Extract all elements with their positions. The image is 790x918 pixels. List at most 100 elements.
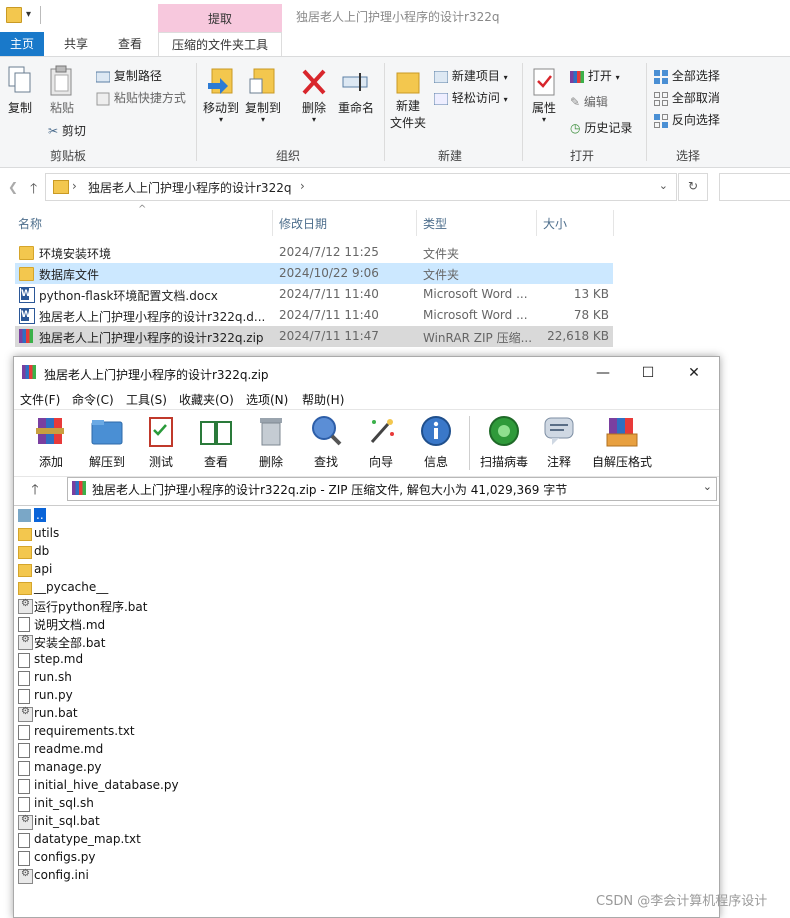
file-row[interactable]: 数据库文件 2024/10/22 9:06 文件夹 bbox=[15, 263, 613, 284]
find-button[interactable]: 查找 bbox=[301, 414, 351, 470]
file-row[interactable]: 独居老人上门护理小程序的设计r322q.zip 2024/7/11 11:47 … bbox=[15, 326, 613, 347]
group-label-organize: 组织 bbox=[276, 149, 301, 163]
back-chevron-icon[interactable]: ❮ bbox=[8, 180, 18, 194]
folder-icon[interactable] bbox=[6, 7, 22, 23]
scan-virus-button[interactable]: 扫描病毒 bbox=[476, 414, 532, 470]
invert-selection-button[interactable]: 反向选择 bbox=[654, 111, 720, 128]
chevron-down-icon[interactable]: ⌄ bbox=[703, 480, 712, 493]
divider[interactable] bbox=[416, 210, 417, 236]
view-button[interactable]: 查看 bbox=[191, 414, 241, 470]
context-tab-extract[interactable]: 提取 bbox=[158, 4, 282, 32]
cut-button[interactable]: ✂ 剪切 bbox=[48, 122, 86, 139]
delete-button[interactable]: 删除 ▾ bbox=[298, 65, 330, 124]
rename-label: 重命名 bbox=[337, 101, 374, 115]
quick-access-dropdown-icon[interactable]: ▾ bbox=[26, 9, 31, 20]
dropdown-arrow-icon: ▾ bbox=[615, 73, 620, 82]
menu-favorites[interactable]: 收藏夹(O) bbox=[179, 391, 234, 408]
maximize-button[interactable]: ☐ bbox=[626, 361, 670, 385]
menu-file[interactable]: 文件(F) bbox=[20, 391, 60, 408]
menu-help[interactable]: 帮助(H) bbox=[302, 391, 344, 408]
dropdown-arrow-icon: ▾ bbox=[541, 115, 546, 124]
column-header-type[interactable]: 类型 bbox=[423, 215, 447, 232]
copy-button[interactable]: 复制 bbox=[4, 65, 36, 116]
dropdown-arrow-icon: ▾ bbox=[503, 73, 508, 82]
extract-to-button[interactable]: 解压到 bbox=[82, 414, 132, 470]
sfx-button[interactable]: 自解压格式 bbox=[588, 414, 656, 470]
entry-name: readme.md bbox=[34, 742, 104, 756]
rename-button[interactable]: 重命名 bbox=[336, 65, 376, 116]
file-date: 2024/7/11 11:40 bbox=[279, 308, 379, 322]
divider[interactable] bbox=[272, 210, 273, 236]
winrar-title: 独居老人上门护理小程序的设计r322q.zip bbox=[44, 368, 269, 382]
divider[interactable] bbox=[536, 210, 537, 236]
new-item-icon bbox=[434, 70, 448, 83]
file-name: 独居老人上门护理小程序的设计r322q.d... bbox=[39, 310, 266, 324]
copy-path-button[interactable]: 复制路径 bbox=[96, 67, 162, 84]
tab-view[interactable]: 查看 bbox=[106, 32, 154, 56]
address-bar[interactable]: › 独居老人上门护理小程序的设计r322q › ⌄ bbox=[45, 173, 677, 201]
comment-button[interactable]: 注释 bbox=[534, 414, 584, 470]
chevron-right-icon[interactable]: › bbox=[72, 179, 77, 193]
file-icon bbox=[18, 671, 30, 686]
file-row[interactable]: python-flask环境配置文档.docx 2024/7/11 11:40 … bbox=[15, 284, 613, 305]
column-header-date[interactable]: 修改日期 bbox=[279, 215, 327, 232]
extract-folder-icon bbox=[91, 420, 123, 445]
sort-ascending-icon: ^ bbox=[138, 204, 147, 215]
add-button[interactable]: 添加 bbox=[26, 414, 76, 470]
paste-button[interactable]: 粘贴 bbox=[44, 65, 80, 116]
search-input[interactable] bbox=[719, 173, 790, 201]
new-item-button[interactable]: 新建项目 ▾ bbox=[434, 67, 508, 84]
column-header-size[interactable]: 大小 bbox=[543, 215, 567, 232]
copy-to-button[interactable]: 复制到 ▾ bbox=[244, 65, 282, 124]
tab-home[interactable]: 主页 bbox=[0, 32, 44, 56]
menu-tools[interactable]: 工具(S) bbox=[126, 391, 167, 408]
select-none-button[interactable]: 全部取消 bbox=[654, 89, 720, 106]
entry-name: run.sh bbox=[34, 670, 72, 684]
up-arrow-icon[interactable]: 🡑 bbox=[22, 479, 48, 499]
column-header-name[interactable]: 名称 bbox=[18, 215, 42, 232]
select-all-button[interactable]: 全部选择 bbox=[654, 67, 720, 84]
edit-button[interactable]: ✎ 编辑 bbox=[570, 93, 608, 110]
group-label-clipboard: 剪贴板 bbox=[50, 149, 87, 163]
move-to-button[interactable]: 移动到 ▾ bbox=[202, 65, 240, 124]
paste-shortcut-button[interactable]: 粘贴快捷方式 bbox=[96, 89, 186, 106]
easy-access-label: 轻松访问 bbox=[451, 91, 500, 105]
up-arrow-icon[interactable]: 🡑 bbox=[30, 178, 37, 202]
history-button[interactable]: ◷ 历史记录 bbox=[570, 119, 632, 136]
tab-share[interactable]: 共享 bbox=[52, 32, 100, 56]
properties-button[interactable]: 属性 ▾ bbox=[526, 65, 562, 124]
invert-selection-icon bbox=[654, 113, 668, 128]
new-folder-label: 新建 文件夹 bbox=[389, 99, 426, 130]
address-path[interactable]: 独居老人上门护理小程序的设计r322q bbox=[88, 179, 291, 196]
refresh-button[interactable]: ↻ bbox=[678, 173, 708, 201]
open-button[interactable]: 打开 ▾ bbox=[570, 67, 620, 84]
close-button[interactable]: ✕ bbox=[672, 361, 716, 385]
entry-name: datatype_map.txt bbox=[34, 832, 141, 846]
chevron-right-icon[interactable]: › bbox=[300, 179, 305, 193]
menu-options[interactable]: 选项(N) bbox=[246, 391, 288, 408]
file-name: 环境安装环境 bbox=[39, 247, 112, 261]
select-all-label: 全部选择 bbox=[671, 69, 720, 83]
easy-access-icon bbox=[434, 92, 448, 105]
easy-access-button[interactable]: 轻松访问 ▾ bbox=[434, 89, 508, 106]
extract-to-label: 解压到 bbox=[88, 455, 125, 469]
delete-archive-button[interactable]: 删除 bbox=[246, 414, 296, 470]
chevron-down-icon[interactable]: ⌄ bbox=[659, 179, 668, 192]
minimize-button[interactable]: — bbox=[581, 361, 625, 385]
new-folder-button[interactable]: 新建 文件夹 bbox=[388, 65, 428, 131]
file-date: 2024/7/11 11:47 bbox=[279, 329, 379, 343]
history-icon: ◷ bbox=[570, 121, 581, 135]
paste-icon bbox=[50, 65, 72, 96]
info-button[interactable]: 信息 bbox=[411, 414, 461, 470]
copy-label: 复制 bbox=[7, 101, 32, 115]
test-button[interactable]: 测试 bbox=[136, 414, 186, 470]
file-date: 2024/7/11 11:40 bbox=[279, 287, 379, 301]
menu-commands[interactable]: 命令(C) bbox=[72, 391, 114, 408]
archive-path-dropdown[interactable]: 独居老人上门护理小程序的设计r322q.zip - ZIP 压缩文件, 解包大小… bbox=[67, 477, 717, 501]
file-row[interactable]: 环境安装环境 2024/7/12 11:25 文件夹 bbox=[15, 242, 613, 263]
divider[interactable] bbox=[613, 210, 614, 236]
archive-file-list: .. utils db api __pycache__ 运行python程序.b… bbox=[14, 505, 719, 918]
file-row[interactable]: 独居老人上门护理小程序的设计r322q.d... 2024/7/11 11:40… bbox=[15, 305, 613, 326]
wizard-button[interactable]: 向导 bbox=[356, 414, 406, 470]
tab-compressed-folder-tools[interactable]: 压缩的文件夹工具 bbox=[158, 32, 282, 57]
